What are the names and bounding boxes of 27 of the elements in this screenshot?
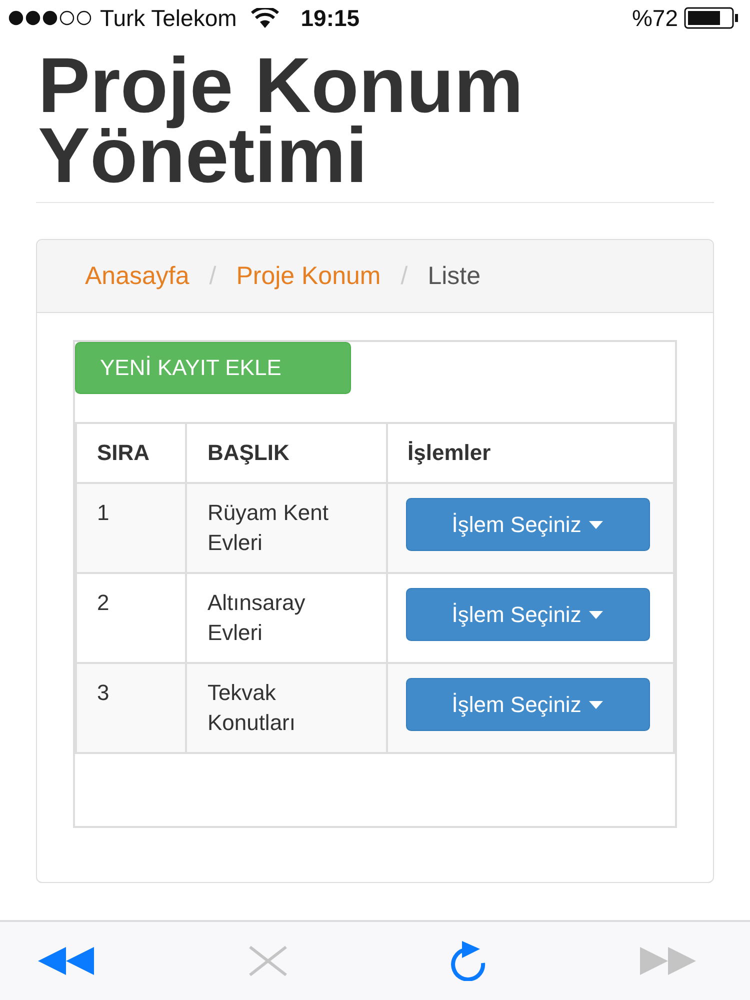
rewind-button[interactable] (38, 947, 94, 975)
wifi-icon (250, 8, 279, 28)
column-header: SIRA (76, 423, 186, 483)
breadcrumb-current: Liste (428, 262, 480, 290)
carrier-name: Turk Telekom (100, 4, 237, 32)
table-cell: Tekvak Konutları (186, 663, 387, 753)
clock-time: 19:15 (300, 4, 360, 32)
action-dropdown[interactable]: İşlem Seçiniz (406, 588, 650, 641)
action-dropdown[interactable]: İşlem Seçiniz (406, 498, 650, 551)
breadcrumb-separator: / (400, 262, 408, 290)
column-header: İşlemler (386, 423, 674, 483)
signal-icon (8, 10, 94, 26)
breadcrumb-link[interactable]: Proje Konum (236, 262, 381, 290)
action-dropdown[interactable]: İşlem Seçiniz (406, 678, 650, 731)
caret-icon (589, 700, 604, 708)
battery-icon (684, 7, 740, 29)
breadcrumb-separator: / (209, 262, 216, 290)
caret-icon (589, 520, 604, 528)
rewind-icon (38, 947, 94, 975)
close-icon (248, 945, 288, 977)
fast-forward-icon (640, 947, 696, 975)
breadcrumb-link[interactable]: Anasayfa (85, 262, 190, 290)
battery-percent: %72 (632, 4, 678, 32)
page-title: Proje Konum Yönetimi (38, 50, 524, 201)
caret-icon (589, 610, 604, 618)
table-cell: 3 (76, 663, 186, 753)
add-record-button[interactable]: YENİ KAYIT EKLE (75, 342, 351, 394)
